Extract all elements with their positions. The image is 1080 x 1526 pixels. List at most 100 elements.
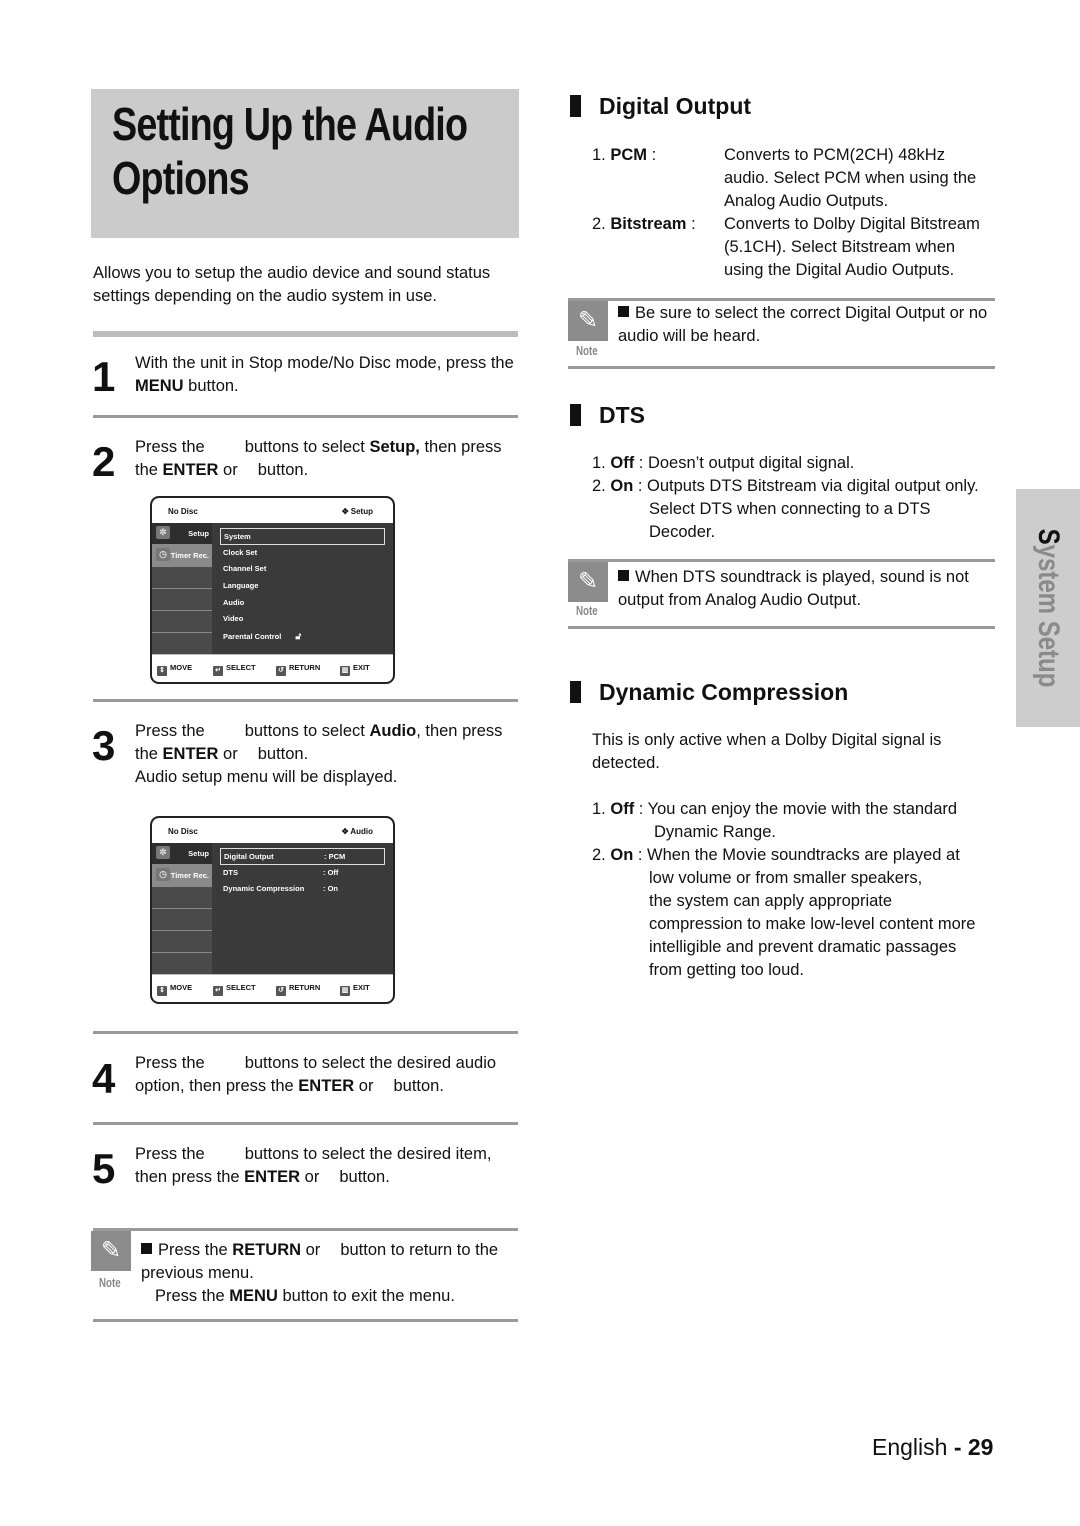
hint-label: RETURN	[289, 663, 321, 672]
section-heading-dts: DTS	[570, 401, 645, 429]
enter-key: ENTER	[298, 1077, 355, 1095]
osd-item-audio[interactable]: Audio	[220, 595, 385, 612]
item-label: DTS	[223, 867, 238, 877]
setup-key: Setup,	[369, 438, 420, 456]
desc-line: Dynamic Range.	[654, 823, 776, 841]
step-2-text: Press the buttons to select Setup, then p…	[135, 436, 525, 482]
exit-icon: ▥	[340, 986, 350, 996]
note-second-line: Press the MENU button to exit the menu.	[141, 1285, 521, 1308]
option-bitstream-key: 2. Bitstream :	[592, 213, 696, 236]
option-sep: :	[686, 215, 696, 233]
hint-label: SELECT	[226, 663, 256, 672]
hint-label: SELECT	[226, 983, 256, 992]
osd-item-clock-set[interactable]: Clock Set	[220, 545, 385, 562]
desc-line: from getting too loud.	[649, 961, 805, 979]
footer-sep: -	[947, 1434, 968, 1460]
step-text-part: button.	[257, 461, 309, 479]
step-number: 3	[92, 722, 116, 769]
osd-item-dts[interactable]: DTS: Off	[220, 865, 385, 882]
dynamic-compression-intro: This is only active when a Dolby Digital…	[592, 731, 942, 772]
osd-item-digital-output[interactable]: Digital Output: PCM	[220, 848, 385, 865]
hint-label: MOVE	[170, 663, 193, 672]
step-text-part: Press the	[135, 438, 205, 456]
step-text-part: Press the	[135, 722, 205, 740]
osd-item-language[interactable]: Language	[220, 578, 385, 595]
divider	[93, 1122, 518, 1125]
option-number: 1.	[592, 146, 611, 164]
osd-item-video[interactable]: Video	[220, 611, 385, 628]
option-desc: : Outputs DTS Bitstream via digital outp…	[633, 477, 979, 495]
divider	[93, 1228, 518, 1231]
option-key: Off	[610, 800, 635, 818]
osd-menu-list: Digital Output: PCM DTS: Off Dynamic Com…	[220, 848, 385, 898]
divider	[93, 699, 518, 702]
osd-tab-empty	[152, 909, 212, 931]
osd-item-dynamic-compression[interactable]: Dynamic Compression: On	[220, 881, 385, 898]
dc-option-on: 2. On : When the Movie soundtracks are p…	[592, 844, 1002, 982]
enter-icon: ↵	[213, 986, 223, 996]
menu-key: MENU	[135, 377, 184, 395]
osd-item-parental-control[interactable]: Parental Control 🔓︎	[220, 628, 385, 645]
note-text-part: Press the	[155, 1287, 230, 1305]
desc-line: intelligible and prevent dramatic passag…	[649, 938, 957, 956]
divider	[93, 415, 518, 418]
osd-item-system[interactable]: System	[220, 528, 385, 545]
option-number: 2.	[592, 846, 611, 864]
step-text-part: button.	[257, 745, 309, 763]
osd-tab-setup[interactable]: ✲ Setup	[152, 843, 212, 865]
chapter-side-tab: System Setup	[1016, 489, 1080, 727]
osd-tab-empty	[152, 887, 212, 909]
page-title-line-2: Options	[112, 152, 250, 204]
osd-tab-setup[interactable]: ✲ Setup	[152, 523, 212, 545]
divider	[568, 298, 995, 301]
chapter-tab-label: System Setup	[1031, 529, 1065, 688]
option-desc: : When the Movie soundtracks are played …	[633, 846, 960, 864]
osd-tab-empty	[152, 633, 212, 655]
timer-icon: ◷	[156, 868, 170, 881]
osd-tab-timer-rec[interactable]: ◷ Timer Rec.	[152, 865, 212, 887]
move-hint: ⇕ MOVE	[157, 663, 192, 676]
step-text-part: Press the	[135, 1054, 205, 1072]
osd-item-channel-set[interactable]: Channel Set	[220, 561, 385, 578]
item-label: Parental Control	[223, 632, 282, 642]
enter-icon: ↵	[213, 666, 223, 676]
step-text-part: or	[354, 1077, 374, 1095]
heading-text: DTS	[599, 402, 645, 428]
pencil-note-icon: ✎	[568, 301, 608, 341]
divider	[568, 366, 995, 369]
divider	[568, 559, 995, 562]
hint-label: MOVE	[170, 983, 193, 992]
osd-tab-timer-rec[interactable]: ◷ Timer Rec.	[152, 545, 212, 567]
desc-line: Select DTS when connecting to a DTS	[649, 500, 931, 518]
osd-sidebar: ✲ Setup ◷ Timer Rec.	[152, 523, 212, 658]
menu-key: MENU	[229, 1287, 278, 1305]
option-bitstream-desc: Converts to Dolby Digital Bitstream (5.1…	[724, 213, 1014, 282]
step-text-part: button.	[183, 377, 239, 395]
lock-icon: 🔓︎	[295, 631, 302, 642]
step-number: 1	[92, 353, 116, 400]
dc-option-off: 1. Off : You can enjoy the movie with th…	[592, 798, 1002, 844]
digital-output-note: Be sure to select the correct Digital Ou…	[618, 302, 988, 348]
page-title: Setting Up the Audio Options	[112, 97, 538, 205]
step-text-part: With the unit in Stop mode/No Disc mode,…	[135, 354, 514, 372]
select-hint: ↵ SELECT	[213, 663, 256, 676]
option-key: Bitstream	[610, 215, 687, 233]
step-text-part: Press the	[135, 1145, 205, 1163]
step-text-part: buttons to select	[244, 438, 370, 456]
hint-label: EXIT	[353, 983, 370, 992]
step-3-text: Press the buttons to select Audio, then p…	[135, 720, 525, 789]
option-number: 2.	[592, 215, 611, 233]
step-4-text: Press the buttons to select the desired a…	[135, 1052, 525, 1098]
step-text-part: or	[300, 1168, 320, 1186]
tab-label: Timer Rec.	[170, 551, 209, 560]
desc-line: compression to make low-level content mo…	[649, 915, 976, 933]
page-title-line-1: Setting Up the Audio	[112, 98, 468, 150]
desc-line: low volume or from smaller speakers,	[649, 869, 923, 887]
dts-option-on: 2. On : Outputs DTS Bitstream via digita…	[592, 475, 1002, 544]
return-key: RETURN	[232, 1241, 302, 1259]
option-key: PCM	[610, 146, 648, 164]
desc-line: Decoder.	[649, 523, 716, 541]
osd-header: No Disc ✥ Setup	[152, 498, 393, 523]
tab-label-rest: ystem Setup	[1032, 544, 1065, 688]
option-number: 2.	[592, 477, 611, 495]
